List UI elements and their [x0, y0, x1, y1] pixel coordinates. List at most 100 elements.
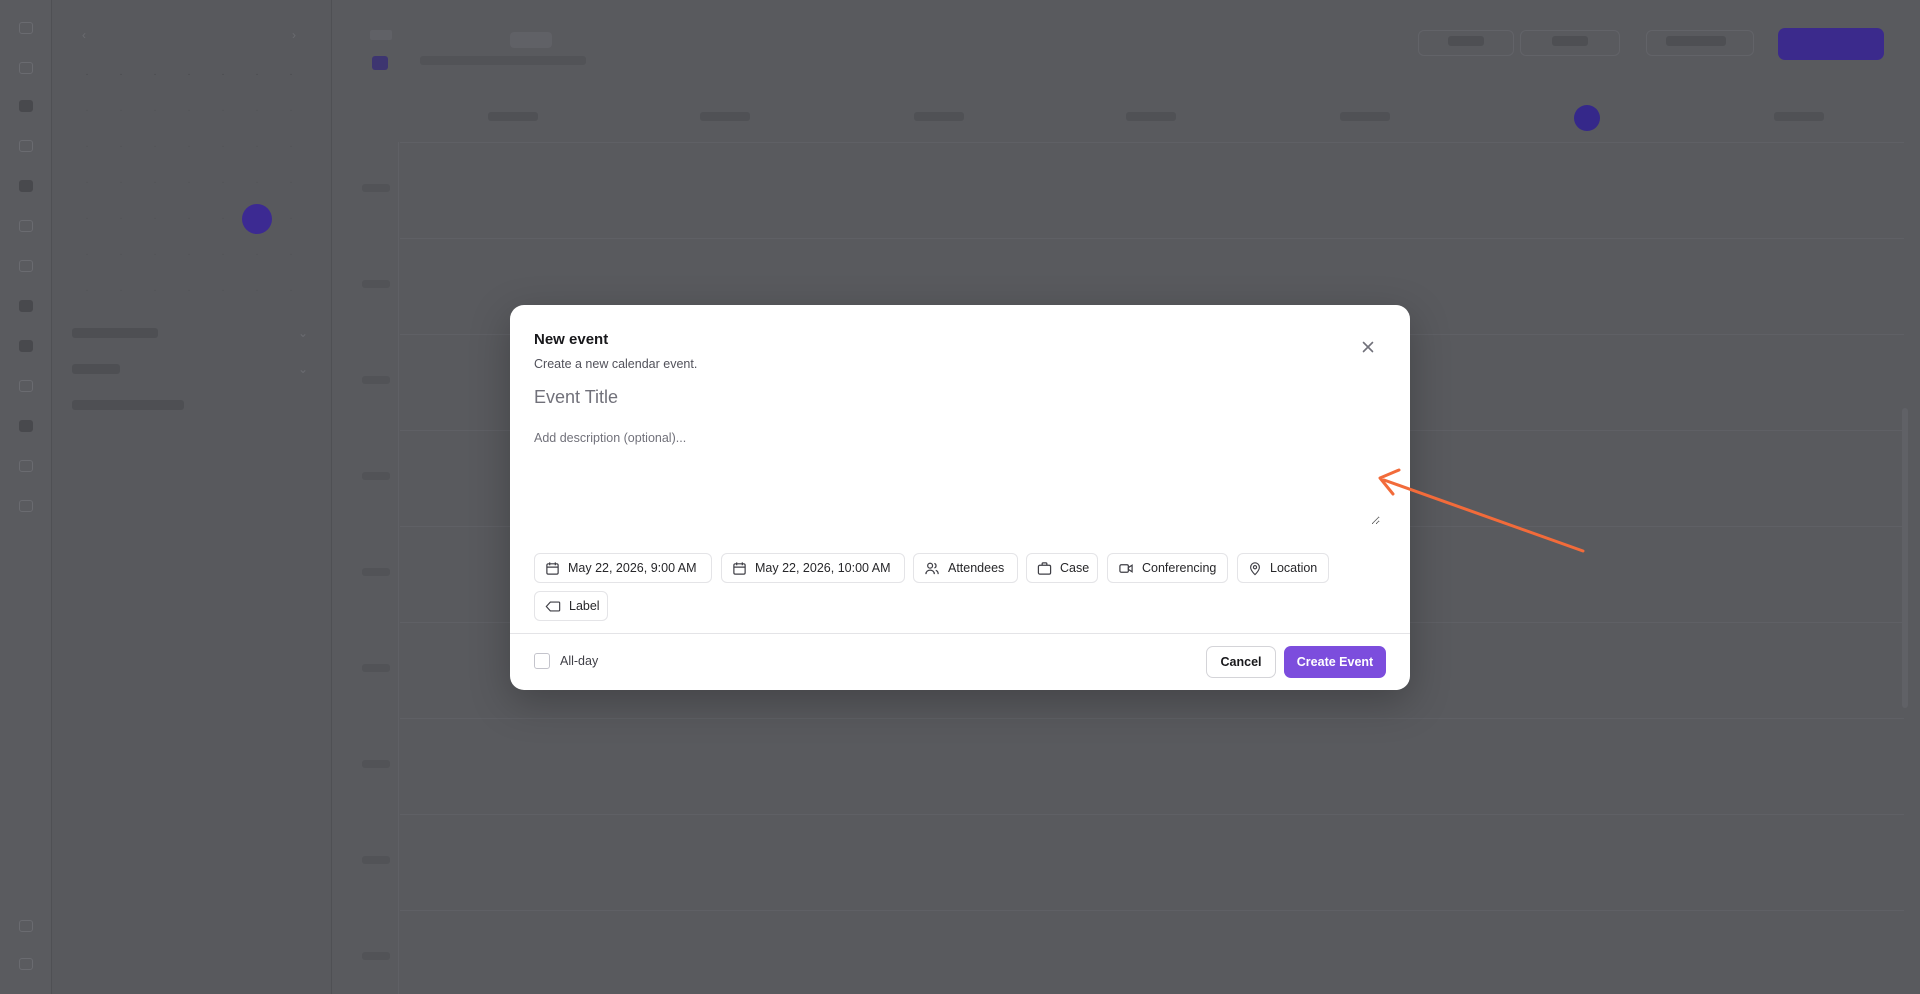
- mini-calendar-day[interactable]: ·: [174, 168, 204, 198]
- mini-calendar-day[interactable]: ·: [242, 96, 272, 126]
- label-button[interactable]: Label: [534, 591, 608, 621]
- nav-icon[interactable]: [19, 300, 33, 312]
- calendar-icon: [546, 561, 559, 575]
- mini-calendar-day[interactable]: ·: [276, 240, 306, 270]
- day-column-header: [700, 112, 750, 121]
- location-button[interactable]: Location: [1237, 553, 1329, 583]
- nav-icon[interactable]: [19, 62, 33, 74]
- mini-calendar-day[interactable]: ·: [174, 240, 204, 270]
- mini-calendar-day[interactable]: ·: [276, 96, 306, 126]
- mini-calendar-day[interactable]: ·: [72, 168, 102, 198]
- sidebar-section-other-placeholder[interactable]: [72, 400, 184, 410]
- nav-icon[interactable]: [19, 220, 33, 232]
- start-datetime-button[interactable]: May 22, 2026, 9:00 AM: [534, 553, 712, 583]
- next-month-icon[interactable]: ›: [292, 28, 296, 42]
- users-icon: [925, 562, 939, 574]
- mini-calendar-day[interactable]: ·: [106, 204, 136, 234]
- mini-calendar-day[interactable]: ·: [140, 204, 170, 234]
- mini-calendar-day[interactable]: ·: [106, 276, 136, 306]
- mini-calendar-day[interactable]: ·: [72, 204, 102, 234]
- mini-calendar-weekday: ·: [153, 69, 157, 80]
- new-event-dialog: New event Create a new calendar event. M…: [510, 305, 1410, 690]
- mini-calendar-day[interactable]: ·: [140, 96, 170, 126]
- mini-calendar-day[interactable]: ·: [242, 240, 272, 270]
- mini-calendar-day[interactable]: ·: [106, 168, 136, 198]
- sidebar-toggle-icon[interactable]: [370, 30, 392, 40]
- mini-calendar-day[interactable]: ·: [276, 132, 306, 162]
- mini-calendar-day[interactable]: ·: [242, 204, 272, 234]
- sidebar-section-calendars-placeholder[interactable]: [72, 364, 120, 374]
- mini-calendar-day[interactable]: ·: [174, 132, 204, 162]
- mini-calendar-day[interactable]: ·: [140, 168, 170, 198]
- mini-calendar-day[interactable]: ·: [242, 132, 272, 162]
- all-day-toggle[interactable]: All-day: [534, 653, 598, 669]
- end-datetime-button[interactable]: May 22, 2026, 10:00 AM: [721, 553, 905, 583]
- nav-icon[interactable]: [19, 260, 33, 272]
- hour-label: [362, 760, 390, 768]
- nav-icon[interactable]: [19, 180, 33, 192]
- mini-calendar-day[interactable]: ·: [242, 276, 272, 306]
- mini-calendar-day[interactable]: ·: [276, 276, 306, 306]
- mini-calendar-day[interactable]: ·: [72, 132, 102, 162]
- mini-calendar-day[interactable]: ·: [106, 96, 136, 126]
- mini-calendar-weekday: ·: [255, 69, 259, 80]
- nav-icon[interactable]: [19, 340, 33, 352]
- mini-calendar-day[interactable]: ·: [174, 276, 204, 306]
- mini-calendar-day[interactable]: ·: [208, 240, 238, 270]
- event-description-input[interactable]: [534, 431, 1380, 525]
- case-button[interactable]: Case: [1026, 553, 1098, 583]
- time-gutter-divider: [398, 142, 399, 994]
- nav-icon[interactable]: [19, 420, 33, 432]
- nav-icon[interactable]: [19, 100, 33, 112]
- hour-label: [362, 952, 390, 960]
- hour-grid-line: [400, 718, 1904, 719]
- event-title-input[interactable]: [534, 387, 1234, 408]
- mini-calendar-day[interactable]: ·: [208, 204, 238, 234]
- nav-icon[interactable]: [19, 380, 33, 392]
- map-pin-icon: [1250, 561, 1260, 575]
- mini-calendar-day[interactable]: ·: [106, 240, 136, 270]
- mini-calendar-day[interactable]: ·: [208, 168, 238, 198]
- end-datetime-label: May 22, 2026, 10:00 AM: [755, 561, 891, 575]
- calendar-view-icon[interactable]: [372, 56, 388, 70]
- mini-calendar-day[interactable]: ·: [242, 168, 272, 198]
- mini-calendar-day[interactable]: ·: [72, 240, 102, 270]
- nav-icon[interactable]: [19, 140, 33, 152]
- today-indicator: [1574, 105, 1600, 131]
- new-event-toolbar-button[interactable]: [1778, 28, 1884, 60]
- mini-calendar-day[interactable]: ·: [276, 168, 306, 198]
- conferencing-button[interactable]: Conferencing: [1107, 553, 1228, 583]
- sidebar-section-shared-placeholder[interactable]: [72, 328, 158, 338]
- nav-icon[interactable]: [19, 958, 33, 970]
- toolbar-button-label: [1552, 36, 1588, 46]
- mini-calendar-weekday: ·: [221, 69, 225, 80]
- mini-calendar-day[interactable]: ·: [208, 276, 238, 306]
- mini-calendar-day[interactable]: ·: [140, 240, 170, 270]
- all-day-checkbox[interactable]: [534, 653, 550, 669]
- cancel-button[interactable]: Cancel: [1206, 646, 1276, 678]
- toolbar-button-label: [1448, 36, 1484, 46]
- day-column-header: [1774, 112, 1824, 121]
- mini-calendar-day[interactable]: ·: [140, 132, 170, 162]
- nav-icon[interactable]: [19, 460, 33, 472]
- scrollbar[interactable]: [1902, 408, 1908, 708]
- close-icon[interactable]: [1358, 337, 1378, 357]
- mini-calendar-day[interactable]: ·: [140, 276, 170, 306]
- chevron-down-icon[interactable]: ⌄: [298, 362, 308, 376]
- case-label: Case: [1060, 561, 1090, 575]
- create-event-button[interactable]: Create Event: [1284, 646, 1386, 678]
- attendees-button[interactable]: Attendees: [913, 553, 1018, 583]
- mini-calendar-day[interactable]: ·: [72, 276, 102, 306]
- nav-icon[interactable]: [19, 920, 33, 932]
- mini-calendar-day[interactable]: ·: [106, 132, 136, 162]
- mini-calendar-day[interactable]: ·: [208, 96, 238, 126]
- mini-calendar-day[interactable]: ·: [72, 96, 102, 126]
- nav-icon[interactable]: [19, 22, 33, 34]
- chevron-down-icon[interactable]: ⌄: [298, 326, 308, 340]
- prev-month-icon[interactable]: ‹: [82, 28, 86, 42]
- mini-calendar-day[interactable]: ·: [174, 204, 204, 234]
- mini-calendar-day[interactable]: ·: [208, 132, 238, 162]
- mini-calendar-day[interactable]: ·: [276, 204, 306, 234]
- mini-calendar-day[interactable]: ·: [174, 96, 204, 126]
- nav-icon[interactable]: [19, 500, 33, 512]
